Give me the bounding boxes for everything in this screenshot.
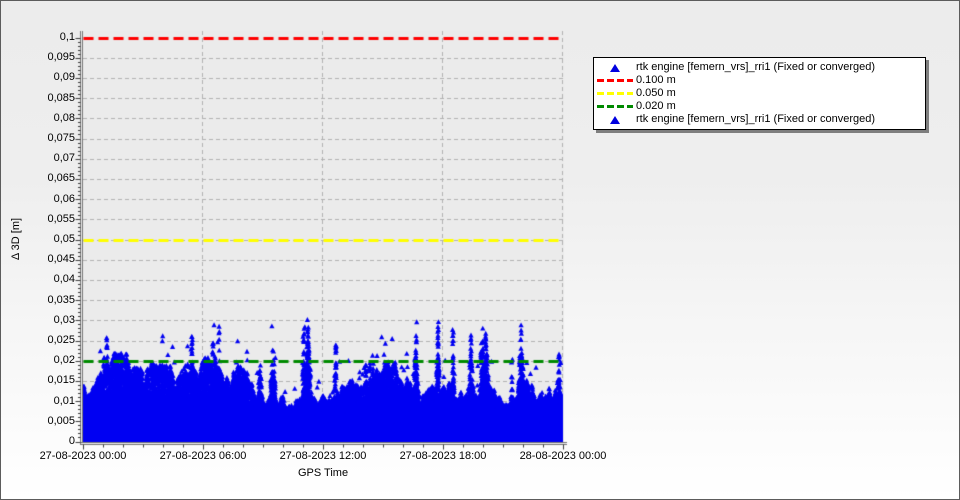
- y-tick-label: 0,04: [53, 273, 75, 286]
- triangle-marker-icon: [594, 63, 636, 72]
- y-tick-label: 0,05: [53, 233, 75, 245]
- triangle-marker-icon: [610, 115, 620, 124]
- dashed-line-sample-icon: [597, 79, 633, 82]
- y-tick-label: 0,095: [47, 51, 75, 64]
- y-tick-label: 0,055: [47, 212, 75, 225]
- y-tick-label: 0,005: [47, 414, 75, 427]
- dashed-line-sample-icon: [597, 92, 633, 95]
- dashed-line-sample-icon: [594, 79, 636, 82]
- y-tick-label: 0,01: [53, 394, 75, 407]
- triangle-marker-icon: [594, 115, 636, 124]
- y-tick-label: 0,07: [53, 152, 75, 165]
- y-tick-label: 0,025: [47, 334, 75, 346]
- legend-item: rtk engine [femern_vrs]_rri1 (Fixed or c…: [594, 113, 925, 126]
- legend-item: rtk engine [femern_vrs]_rri1 (Fixed or c…: [594, 61, 925, 74]
- x-tick-label: 27-08-2023 18:00: [399, 450, 487, 462]
- y-tick-label: 0,075: [47, 132, 75, 144]
- legend-item: 0.050 m: [594, 87, 925, 100]
- y-tick-label: 0,02: [53, 354, 75, 367]
- legend-item-label: rtk engine [femern_vrs]_rri1 (Fixed or c…: [636, 61, 876, 73]
- y-tick-label: 0,085: [47, 91, 75, 104]
- legend-item-label: 0.020 m: [636, 100, 676, 112]
- x-tick-label: 27-08-2023 00:00: [39, 450, 127, 462]
- dashed-line-sample-icon: [594, 92, 636, 95]
- y-tick-label: 0,065: [47, 172, 75, 185]
- y-tick-label: 0,045: [47, 253, 75, 266]
- legend-item-label: rtk engine [femern_vrs]_rri1 (Fixed or c…: [636, 113, 876, 125]
- y-tick-label: 0,1: [59, 31, 75, 43]
- y-tick-label: 0: [68, 435, 75, 447]
- chart-window: Δ 3D [m] GPS Time 0,1 0,095 0,09 0,085 0,08 0…: [0, 0, 960, 500]
- y-tick-label: 0,035: [47, 293, 75, 306]
- legend-item: 0.100 m: [594, 74, 925, 87]
- y-tick-label: 0,06: [53, 192, 75, 205]
- legend-item-label: 0.100 m: [636, 74, 676, 86]
- x-tick-label: 27-08-2023 12:00: [279, 450, 367, 462]
- x-tick-label: 28-08-2023 00:00: [519, 450, 607, 462]
- x-tick-label: 27-08-2023 06:00: [159, 450, 247, 462]
- legend: rtk engine [femern_vrs]_rri1 (Fixed or c…: [593, 57, 926, 130]
- y-tick-label: 0,03: [53, 313, 75, 326]
- y-tick-label: 0,08: [53, 111, 75, 124]
- y-tick-label: 0,09: [53, 71, 75, 84]
- dashed-line-sample-icon: [594, 105, 636, 108]
- x-axis-label: GPS Time: [297, 467, 349, 479]
- triangle-marker-icon: [610, 63, 620, 72]
- legend-item: 0.020 m: [594, 100, 925, 113]
- dashed-line-sample-icon: [597, 105, 633, 108]
- y-tick-label: 0,015: [47, 374, 75, 387]
- legend-item-label: 0.050 m: [636, 87, 676, 99]
